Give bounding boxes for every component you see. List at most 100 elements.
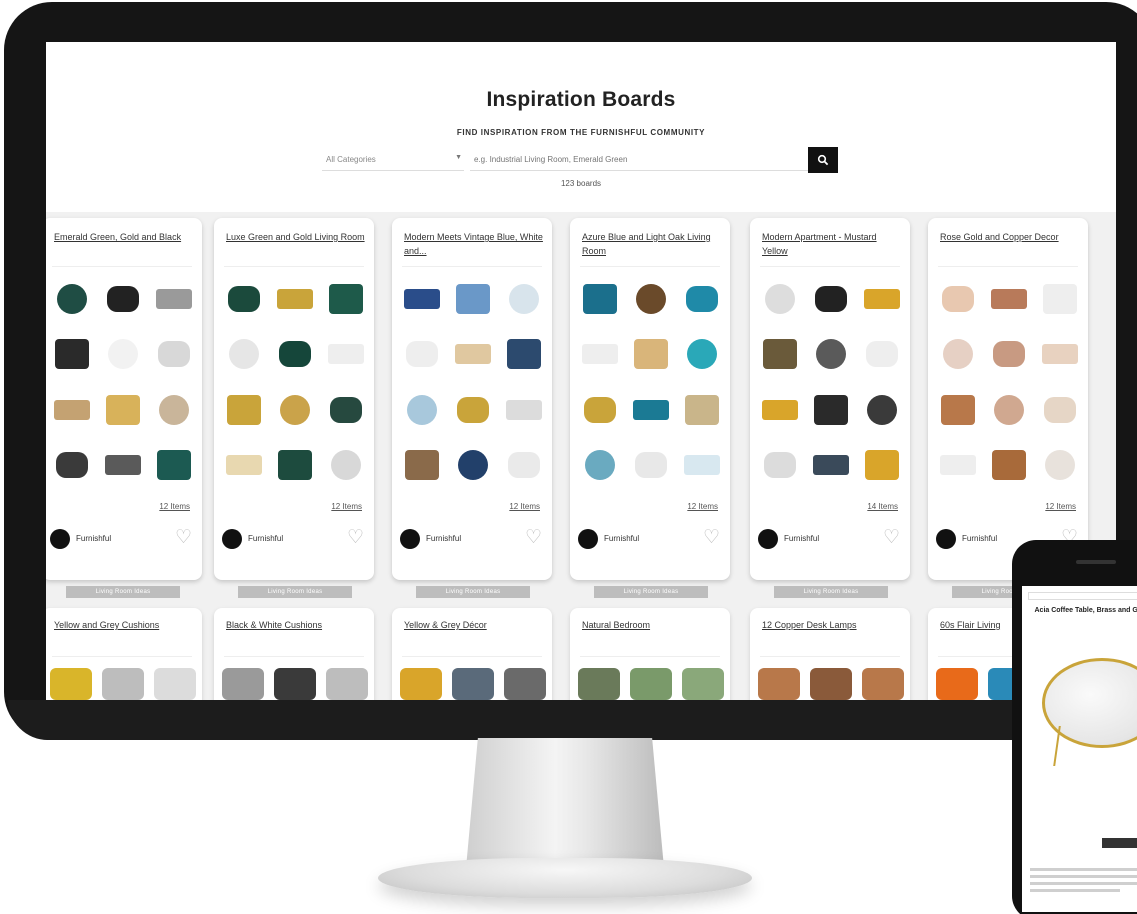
product-thumbnail[interactable] [679, 330, 724, 380]
phone-search-bar[interactable] [1028, 592, 1137, 600]
avatar[interactable] [578, 529, 598, 549]
product-thumbnail[interactable] [323, 385, 368, 435]
avatar[interactable] [50, 529, 70, 549]
board-items-link[interactable]: 12 Items [687, 502, 718, 511]
product-thumbnail[interactable] [809, 330, 854, 380]
product-thumbnail[interactable] [987, 330, 1032, 380]
product-thumbnail[interactable] [809, 385, 854, 435]
product-thumbnail[interactable] [810, 668, 852, 700]
product-thumbnail[interactable] [101, 274, 146, 324]
product-thumbnail[interactable] [452, 668, 494, 700]
avatar[interactable] [758, 529, 778, 549]
product-thumbnail[interactable] [451, 385, 496, 435]
board-title[interactable]: Modern Meets Vintage Blue, White and... [404, 230, 544, 258]
product-thumbnail[interactable] [222, 668, 264, 700]
product-thumbnail[interactable] [987, 274, 1032, 324]
product-thumbnail[interactable] [151, 274, 196, 324]
product-thumbnail[interactable] [50, 668, 92, 700]
product-thumbnail[interactable] [102, 668, 144, 700]
product-thumbnail[interactable] [758, 668, 800, 700]
product-thumbnail[interactable] [758, 274, 803, 324]
product-thumbnail[interactable] [578, 330, 623, 380]
board-title[interactable]: Yellow and Grey Cushions [54, 618, 194, 632]
product-thumbnail[interactable] [859, 441, 904, 491]
author-name[interactable]: Furnishful [962, 534, 997, 543]
author-name[interactable]: Furnishful [426, 534, 461, 543]
product-thumbnail[interactable] [50, 274, 95, 324]
product-thumbnail[interactable] [679, 385, 724, 435]
product-thumbnail[interactable] [862, 668, 904, 700]
product-thumbnail[interactable] [273, 274, 318, 324]
board-category-tag[interactable]: Living Room Ideas [774, 586, 888, 598]
product-thumbnail[interactable] [859, 274, 904, 324]
board-title[interactable]: Rose Gold and Copper Decor [940, 230, 1080, 244]
product-thumbnail[interactable] [501, 441, 546, 491]
product-thumbnail[interactable] [936, 441, 981, 491]
board-title[interactable]: Black & White Cushions [226, 618, 366, 632]
avatar[interactable] [222, 529, 242, 549]
heart-icon[interactable]: ♡ [175, 528, 192, 548]
product-thumbnail[interactable] [151, 385, 196, 435]
avatar[interactable] [936, 529, 956, 549]
board-card[interactable]: Natural Bedroom [570, 608, 730, 704]
product-thumbnail[interactable] [273, 385, 318, 435]
product-thumbnail[interactable] [809, 441, 854, 491]
product-thumbnail[interactable] [400, 385, 445, 435]
board-card[interactable]: Modern Apartment - Mustard Yellow 14 Ite… [750, 218, 910, 580]
board-items-link[interactable]: 12 Items [509, 502, 540, 511]
search-input[interactable] [470, 149, 810, 171]
board-card[interactable]: Yellow & Grey Décor [392, 608, 552, 704]
product-thumbnail[interactable] [151, 441, 196, 491]
heart-icon[interactable]: ♡ [347, 528, 364, 548]
product-thumbnail[interactable] [326, 668, 368, 700]
product-thumbnail[interactable] [629, 385, 674, 435]
product-thumbnail[interactable] [578, 274, 623, 324]
board-items-link[interactable]: 12 Items [1045, 502, 1076, 511]
product-thumbnail[interactable] [451, 274, 496, 324]
product-thumbnail[interactable] [400, 330, 445, 380]
product-thumbnail[interactable] [501, 274, 546, 324]
board-card[interactable]: Luxe Green and Gold Living Room 12 Items… [214, 218, 374, 580]
product-thumbnail[interactable] [758, 441, 803, 491]
product-thumbnail[interactable] [936, 330, 981, 380]
board-card[interactable]: Yellow and Grey Cushions [46, 608, 202, 704]
product-thumbnail[interactable] [151, 330, 196, 380]
product-thumbnail[interactable] [101, 385, 146, 435]
product-thumbnail[interactable] [323, 274, 368, 324]
product-thumbnail[interactable] [629, 330, 674, 380]
board-card[interactable]: Modern Meets Vintage Blue, White and... … [392, 218, 552, 580]
board-items-link[interactable]: 12 Items [331, 502, 362, 511]
board-card[interactable]: Rose Gold and Copper Decor 12 Items Furn… [928, 218, 1088, 580]
product-thumbnail[interactable] [859, 330, 904, 380]
product-thumbnail[interactable] [50, 385, 95, 435]
product-thumbnail[interactable] [222, 441, 267, 491]
product-thumbnail[interactable] [451, 441, 496, 491]
product-thumbnail[interactable] [451, 330, 496, 380]
product-thumbnail[interactable] [679, 274, 724, 324]
product-thumbnail[interactable] [809, 274, 854, 324]
product-thumbnail[interactable] [1037, 385, 1082, 435]
product-thumbnail[interactable] [154, 668, 196, 700]
board-items-link[interactable]: 14 Items [867, 502, 898, 511]
product-thumbnail[interactable] [50, 330, 95, 380]
author-name[interactable]: Furnishful [76, 534, 111, 543]
phone-buy-button[interactable] [1102, 838, 1137, 848]
board-card[interactable]: 12 Copper Desk Lamps [750, 608, 910, 704]
board-category-tag[interactable]: Living Room Ideas [238, 586, 352, 598]
product-thumbnail[interactable] [222, 330, 267, 380]
avatar[interactable] [400, 529, 420, 549]
product-thumbnail[interactable] [504, 668, 546, 700]
board-title[interactable]: 12 Copper Desk Lamps [762, 618, 902, 632]
product-thumbnail[interactable] [578, 385, 623, 435]
heart-icon[interactable]: ♡ [525, 528, 542, 548]
heart-icon[interactable]: ♡ [703, 528, 720, 548]
board-category-tag[interactable]: Living Room Ideas [594, 586, 708, 598]
board-title[interactable]: Natural Bedroom [582, 618, 722, 632]
author-name[interactable]: Furnishful [604, 534, 639, 543]
product-thumbnail[interactable] [400, 274, 445, 324]
product-thumbnail[interactable] [222, 385, 267, 435]
board-title[interactable]: Modern Apartment - Mustard Yellow [762, 230, 902, 258]
board-title[interactable]: Azure Blue and Light Oak Living Room [582, 230, 722, 258]
search-button[interactable] [808, 147, 838, 173]
board-category-tag[interactable]: Living Room Ideas [416, 586, 530, 598]
